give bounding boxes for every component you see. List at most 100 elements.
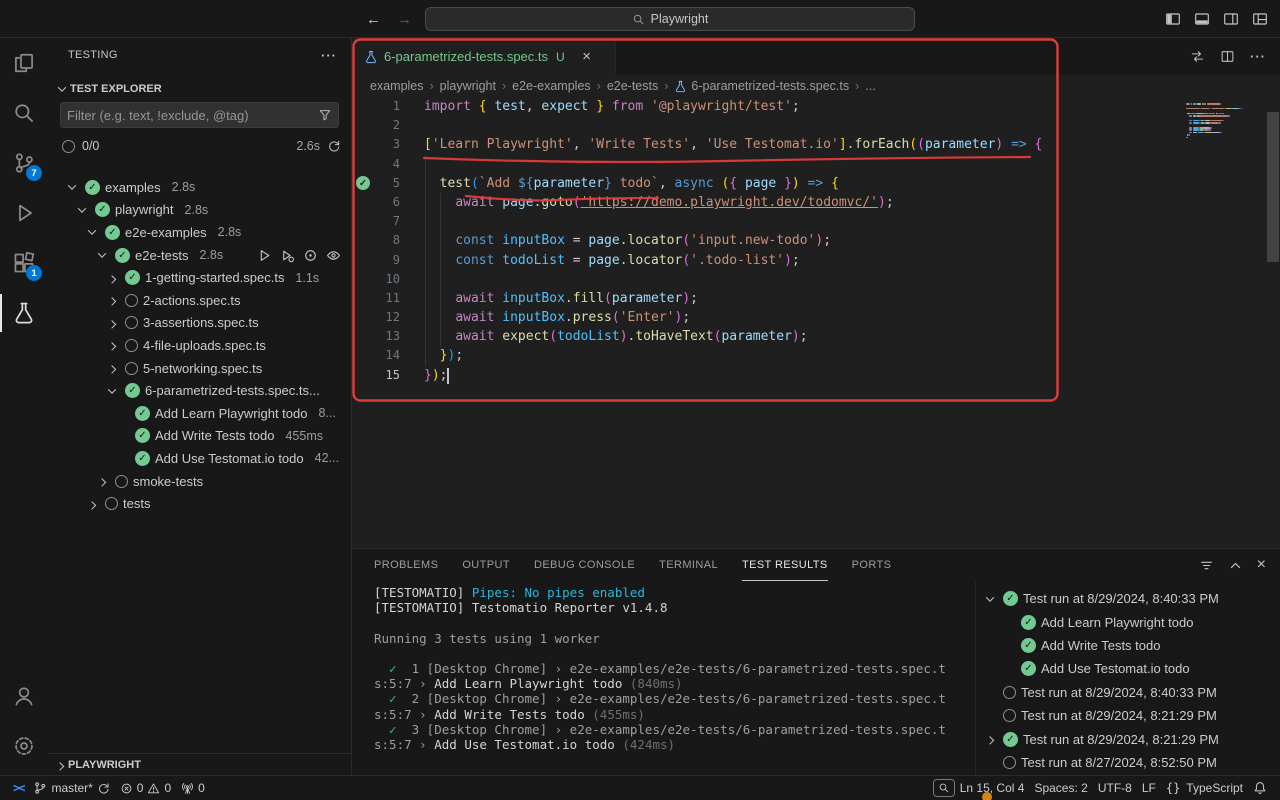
test-output-log[interactable]: [TESTOMATIO] Pipes: No pipes enabled[TES… <box>374 585 950 771</box>
tree-item-examples[interactable]: ✓examples2.8s <box>48 176 351 199</box>
tree-item-playwright[interactable]: ✓playwright2.8s <box>48 199 351 222</box>
editor-tab[interactable]: 6-parametrized-tests.spec.ts U × <box>352 38 616 75</box>
output-line: Running 3 tests using 1 worker <box>374 631 950 646</box>
customize-layout-icon[interactable] <box>1252 11 1268 27</box>
test-run-item[interactable]: Test run at 8/29/2024, 8:40:33 PM <box>976 681 1280 704</box>
activity-testing[interactable] <box>0 288 48 338</box>
breadcrumb-item[interactable]: e2e-examples <box>512 79 591 93</box>
test-filter-input[interactable] <box>67 108 318 123</box>
tree-item-4-file-uploads-spec-ts[interactable]: 4-file-uploads.spec.ts <box>48 334 351 357</box>
test-count: 0/0 <box>82 139 99 153</box>
breadcrumb-item[interactable]: playwright <box>440 79 496 93</box>
activity-extensions[interactable]: 1 <box>0 238 48 288</box>
debug-test-icon[interactable] <box>280 248 295 263</box>
panel-filter-icon[interactable] <box>1199 558 1214 573</box>
tree-item-add-write-tests-todo[interactable]: ✓Add Write Tests todo455ms <box>48 425 351 448</box>
activity-source-control[interactable]: 7 <box>0 138 48 188</box>
activity-accounts[interactable] <box>0 671 48 721</box>
ports-status[interactable]: 0 <box>176 777 210 799</box>
command-center-search[interactable]: Playwright <box>425 7 915 31</box>
section-playwright[interactable]: PLAYWRIGHT <box>48 753 351 775</box>
language-mode[interactable]: {} TypeScript <box>1161 777 1248 799</box>
zoom-indicator[interactable] <box>933 779 955 797</box>
gutter-test-passed-icon[interactable]: ✓ <box>356 176 370 190</box>
test-result-item[interactable]: ✓Add Learn Playwright todo <box>976 610 1280 633</box>
test-pending-icon <box>1003 709 1016 722</box>
panel-tab-problems[interactable]: PROBLEMS <box>374 549 438 581</box>
activity-search[interactable] <box>0 88 48 138</box>
toggle-secondary-sidebar-icon[interactable] <box>1223 11 1239 27</box>
toggle-panel-icon[interactable] <box>1194 11 1210 27</box>
minimap[interactable] <box>1186 99 1266 159</box>
layout-panel-icon <box>1194 11 1210 27</box>
test-run-item[interactable]: ✓Test run at 8/29/2024, 8:21:29 PM <box>976 727 1280 750</box>
section-title: PLAYWRIGHT <box>68 759 141 771</box>
cursor-position[interactable]: Ln 15, Col 4 <box>955 777 1030 799</box>
code-line: 15}); <box>352 366 1280 385</box>
tree-item-tests[interactable]: tests <box>48 492 351 515</box>
activity-explorer[interactable] <box>0 38 48 88</box>
refresh-tests-icon[interactable] <box>327 139 341 153</box>
maximize-panel-icon[interactable] <box>1228 558 1243 573</box>
tree-item-duration: 455ms <box>285 429 323 443</box>
tree-item-3-assertions-spec-ts[interactable]: 3-assertions.spec.ts <box>48 312 351 335</box>
tree-item-duration: 2.8s <box>172 180 196 194</box>
tree-item-add-learn-playwright-todo[interactable]: ✓Add Learn Playwright todo8... <box>48 402 351 425</box>
section-title: TEST EXPLORER <box>70 83 162 95</box>
back-button[interactable]: ← <box>366 11 381 28</box>
test-result-item[interactable]: ✓Add Use Testomat.io todo <box>976 657 1280 680</box>
search-text: Playwright <box>651 12 709 26</box>
more-actions-icon[interactable]: ··· <box>1250 49 1266 64</box>
more-actions-icon[interactable]: ··· <box>321 48 337 63</box>
toggle-primary-sidebar-icon[interactable] <box>1165 11 1181 27</box>
split-editor-icon[interactable] <box>1220 49 1235 64</box>
problems-status[interactable]: 0 0 <box>115 777 176 799</box>
test-run-item[interactable]: Test run at 8/29/2024, 8:21:29 PM <box>976 704 1280 727</box>
forward-button[interactable]: → <box>397 11 412 28</box>
test-passed-icon: ✓ <box>95 202 110 217</box>
run-test-icon[interactable] <box>257 248 272 263</box>
panel-tab-debug-console[interactable]: DEBUG CONSOLE <box>534 549 635 581</box>
activity-run-and-debug[interactable] <box>0 188 48 238</box>
notifications-bell[interactable] <box>1248 777 1272 799</box>
code-line: 10 <box>352 270 1280 289</box>
panel-tab-output[interactable]: OUTPUT <box>462 549 510 581</box>
tree-item-6-parametrized-tests-spec-ts[interactable]: ✓6-parametrized-tests.spec.ts... <box>48 379 351 402</box>
tree-item-5-networking-spec-ts[interactable]: 5-networking.spec.ts <box>48 357 351 380</box>
test-passed-icon: ✓ <box>135 451 150 466</box>
scrollbar-thumb[interactable] <box>1267 112 1279 262</box>
watch-tests-icon[interactable] <box>326 248 341 263</box>
breadcrumb-item[interactable]: e2e-tests <box>607 79 658 93</box>
activity-settings[interactable] <box>0 721 48 771</box>
panel-tab-test-results[interactable]: TEST RESULTS <box>742 549 828 581</box>
indentation-setting[interactable]: Spaces: 2 <box>1029 777 1092 799</box>
code-editor[interactable]: 1import { test, expect } from '@playwrig… <box>352 97 1280 548</box>
encoding-setting[interactable]: UTF-8 <box>1093 777 1137 799</box>
test-run-item[interactable]: ✓Test run at 8/29/2024, 8:40:33 PM <box>976 587 1280 610</box>
line-number: 9 <box>374 251 400 270</box>
eol-setting[interactable]: LF <box>1137 777 1161 799</box>
tree-item-smoke-tests[interactable]: smoke-tests <box>48 470 351 493</box>
panel-tab-ports[interactable]: PORTS <box>852 549 892 581</box>
breadcrumb-item[interactable]: ... <box>865 79 875 93</box>
git-branch-status[interactable]: master* <box>28 777 114 799</box>
code-line: 3['Learn Playwright', 'Write Tests', 'Us… <box>352 135 1280 154</box>
close-tab-icon[interactable]: × <box>577 47 597 67</box>
open-changes-icon[interactable] <box>1190 49 1205 64</box>
tree-item-e2e-tests[interactable]: ✓e2e-tests2.8s <box>48 244 351 267</box>
tree-item-2-actions-spec-ts[interactable]: 2-actions.spec.ts <box>48 289 351 312</box>
section-test-explorer[interactable]: TEST EXPLORER <box>54 78 343 100</box>
test-result-item[interactable]: ✓Add Write Tests todo <box>976 634 1280 657</box>
close-panel-icon[interactable]: × <box>1257 557 1266 573</box>
tree-item-e2e-examples[interactable]: ✓e2e-examples2.8s <box>48 221 351 244</box>
remote-indicator[interactable]: >< <box>8 777 28 799</box>
line-number: 14 <box>374 346 400 365</box>
tree-item-label: Add Write Tests todo <box>155 428 274 443</box>
goto-test-icon[interactable] <box>303 248 318 263</box>
test-run-item[interactable]: Test run at 8/27/2024, 8:52:50 PM <box>976 751 1280 774</box>
breadcrumb-item[interactable]: examples <box>370 79 424 93</box>
tree-item-1-getting-started-spec-ts[interactable]: ✓1-getting-started.spec.ts1.1s <box>48 266 351 289</box>
panel-tab-terminal[interactable]: TERMINAL <box>659 549 718 581</box>
breadcrumb-item[interactable]: 6-parametrized-tests.spec.ts <box>674 79 849 93</box>
tree-item-add-use-testomat-io-todo[interactable]: ✓Add Use Testomat.io todo42... <box>48 447 351 470</box>
